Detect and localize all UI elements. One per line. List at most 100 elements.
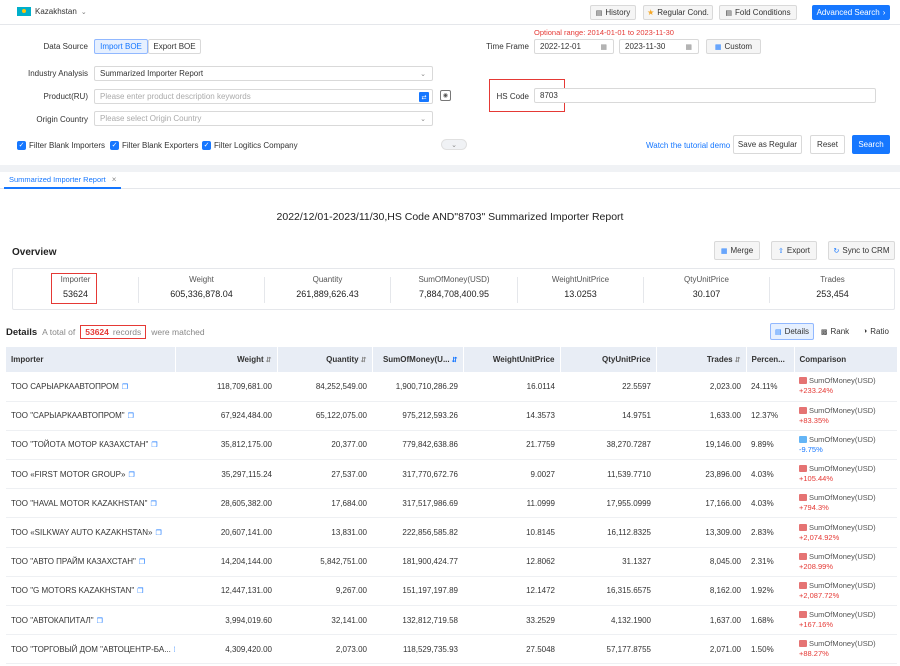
filter-logistics-checkbox[interactable]: ✓ Filter Logitics Company (202, 141, 298, 150)
bar-chart-icon: ▩ (820, 328, 828, 336)
sort-icon[interactable]: ⇵ (361, 357, 367, 364)
rank-view-button[interactable]: ▩ Rank (816, 323, 854, 340)
col-sum-of-money[interactable]: SumOfMoney(U... ⇵ (372, 347, 464, 372)
col-quantity[interactable]: Quantity ⇵ (277, 347, 373, 372)
export-boe-toggle[interactable]: Export BOE (148, 39, 201, 54)
quantity-cell: 84,252,549.00 (277, 372, 372, 402)
table-row[interactable]: ТОО "HAVAL MOTOR KAZAKHSTAN" ❐ 28,605,382.… (6, 488, 897, 519)
history-button[interactable]: ▤ History (590, 5, 636, 20)
comparison-cell[interactable]: SumOfMoney(USD) +167.16% (794, 605, 897, 636)
comparison-cell[interactable]: SumOfMoney(USD) +83.35% (794, 401, 897, 431)
comparison-cell[interactable]: SumOfMoney(USD) +88.27% (794, 634, 897, 665)
search-button[interactable]: Search (852, 135, 890, 154)
sort-icon[interactable]: ⇵ (266, 357, 272, 364)
importer-name-cell[interactable]: ТОО "ТОРГОВЫЙ ДОМ "АВТОЦЕНТР-БА...❐ (6, 634, 175, 665)
checkbox-checked-icon: ✓ (202, 141, 211, 150)
table-row[interactable]: ТОО «SILKWAY AUTO KAZAKHSTAN» ❐ 20,607,141… (6, 517, 897, 548)
advanced-search-button[interactable]: Advanced Search › (812, 5, 890, 20)
table-row[interactable]: ТОО "G MOTORS KAZAKHSTAN" ❐ 12,447,131.00 9… (6, 576, 897, 607)
comparison-value: +208.99% (799, 561, 833, 571)
col-qty-unit-price[interactable]: QtyUnitPrice (560, 347, 657, 372)
table-row[interactable]: ТОО "САРЫАРКААВТОПРОМ" ❐ 67,924,484.00 65,1… (6, 401, 897, 431)
comparison-cell[interactable]: SumOfMoney(USD) +233.24% (794, 372, 897, 402)
importer-name-cell[interactable]: ТОО "G MOTORS KAZAKHSTAN" ❐ (6, 576, 175, 607)
col-percentage[interactable]: Percen... (746, 347, 795, 372)
details-view-button[interactable]: ▤ Details (770, 323, 814, 340)
importer-name-cell[interactable]: ТОО "ТОЙОТА МОТОР КАЗАХСТАН" ❐ (6, 430, 175, 461)
copy-icon[interactable]: ❐ (122, 384, 128, 391)
copy-icon[interactable]: ❐ (139, 559, 145, 566)
table-row[interactable]: ТОО "ТОЙОТА МОТОР КАЗАХСТАН" ❐ 35,812,175.… (6, 430, 897, 461)
copy-icon[interactable]: ❐ (151, 442, 157, 449)
filter-blank-exporters-checkbox[interactable]: ✓ Filter Blank Exporters (110, 141, 198, 150)
copy-icon[interactable]: ❐ (97, 618, 103, 625)
date-from-input[interactable]: 2022-12-01 ▦ (534, 39, 614, 54)
ratio-view-button[interactable]: ◑ Ratio (857, 323, 895, 340)
industry-analysis-select[interactable]: Summarized Importer Report ⌄ (94, 66, 433, 81)
date-to-input[interactable]: 2023-11-30 ▦ (619, 39, 699, 54)
tab-summarized-importer-report[interactable]: Summarized Importer Report × (4, 172, 122, 189)
sum-of-money-cell: 317,517,986.69 (372, 488, 463, 519)
copy-icon[interactable]: ❐ (128, 413, 134, 420)
table-row[interactable]: ТОО "АВТО ПРАЙМ КАЗАХСТАН" ❐ 14,204,144.00… (6, 547, 897, 577)
hs-code-input[interactable]: 8703 (534, 88, 876, 103)
importer-name-cell[interactable]: ТОО "HAVAL MOTOR KAZAKHSTAN" ❐ (6, 488, 175, 519)
comparison-cell[interactable]: SumOfMoney(USD) +105.44% (794, 459, 897, 490)
copy-icon[interactable]: ❐ (174, 647, 175, 654)
save-regular-button[interactable]: Save as Regular (733, 135, 802, 154)
product-input[interactable]: Please enter product description keyword… (94, 89, 433, 104)
sort-icon[interactable]: ⇵ (452, 357, 458, 364)
copy-icon[interactable]: ❐ (137, 588, 143, 595)
stat-trades: Trades 253,454 (816, 275, 849, 299)
copy-icon[interactable]: ❐ (150, 501, 156, 508)
table-row[interactable]: ТОО САРЫАРКААВТОПРОМ ❐ 118,709,681.00 84,25… (6, 372, 897, 402)
col-weight-unit-price[interactable]: WeightUnitPrice (463, 347, 561, 372)
stat-sum-of-money: SumOfMoney(USD) 7,884,708,400.95 (418, 275, 490, 299)
overview-stats-card: Importer 53624 Weight 605,336,878.04 Quant… (12, 268, 895, 310)
comparison-cell[interactable]: SumOfMoney(USD) +2,087.72% (794, 576, 897, 607)
importer-name-cell[interactable]: ТОО САРЫАРКААВТОПРОМ ❐ (6, 372, 175, 402)
importer-name-cell[interactable]: ТОО «SILKWAY AUTO KAZAKHSTAN» ❐ (6, 517, 175, 548)
data-source-label: Data Source (43, 42, 88, 51)
col-weight[interactable]: Weight ⇵ (175, 347, 278, 372)
translate-icon[interactable]: ⇄ (419, 92, 429, 102)
importer-name-cell[interactable]: ТОО "АВТО ПРАЙМ КАЗАХСТАН" ❐ (6, 547, 175, 577)
col-trades[interactable]: Trades ⇵ (656, 347, 747, 372)
trend-chart-icon (799, 406, 807, 414)
tab-bar: Summarized Importer Report × (0, 172, 900, 189)
comparison-value: +2,087.72% (799, 590, 840, 600)
col-importer[interactable]: Importer (6, 347, 176, 372)
copy-icon[interactable]: ❐ (128, 472, 134, 479)
regular-cond-button[interactable]: ★ Regular Cond. (643, 5, 713, 20)
close-icon[interactable]: × (112, 175, 117, 184)
country-selector[interactable]: Kazakhstan ⌄ (17, 7, 87, 16)
comparison-cell[interactable]: SumOfMoney(USD) +794.3% (794, 488, 897, 519)
weight-cell: 3,994,019.60 (175, 605, 277, 636)
importer-name-cell[interactable]: ТОО "САРЫАРКААВТОПРОМ" ❐ (6, 401, 175, 431)
table-row[interactable]: ТОО «FIRST MOTOR GROUP» ❐ 35,297,115.24 27,… (6, 459, 897, 490)
col-comparison: Comparison (794, 347, 898, 372)
sort-icon[interactable]: ⇵ (735, 357, 741, 364)
copy-icon[interactable]: ❐ (155, 530, 161, 537)
collapse-toggle[interactable]: ⌄ (441, 139, 467, 150)
sync-crm-button[interactable]: ↻ Sync to CRM (828, 241, 895, 260)
import-boe-toggle[interactable]: Import BOE (94, 39, 148, 54)
importer-name-cell[interactable]: ТОО «FIRST MOTOR GROUP» ❐ (6, 459, 175, 490)
table-row[interactable]: ТОО "ТОРГОВЫЙ ДОМ "АВТОЦЕНТР-БА...❐4,309… (6, 634, 897, 665)
tutorial-link[interactable]: Watch the tutorial demo (646, 141, 730, 150)
comparison-cell[interactable]: SumOfMoney(USD) -9.75% (794, 430, 897, 461)
comparison-cell[interactable]: SumOfMoney(USD) +208.99% (794, 547, 897, 577)
image-search-icon[interactable]: ◉ (440, 90, 451, 101)
reset-button[interactable]: Reset (810, 135, 845, 154)
merge-button[interactable]: ▦ Merge (714, 241, 760, 260)
percentage-cell: 4.03% (746, 488, 794, 519)
fold-conditions-button[interactable]: ▤ Fold Conditions (719, 5, 797, 20)
custom-button[interactable]: ▦ Custom (706, 39, 761, 54)
export-button[interactable]: ⇧ Export (771, 241, 817, 260)
report-panel: 2022/12/01-2023/11/30,HS Code AND"8703" … (0, 189, 900, 666)
comparison-cell[interactable]: SumOfMoney(USD) +2,074.92% (794, 517, 897, 548)
origin-country-select[interactable]: Please select Origin Country ⌄ (94, 111, 433, 126)
filter-blank-importers-checkbox[interactable]: ✓ Filter Blank Importers (17, 141, 105, 150)
table-row[interactable]: ТОО "АВТОКАПИТАЛ" ❐ 3,994,019.60 32,141.00 1… (6, 605, 897, 636)
importer-name-cell[interactable]: ТОО "АВТОКАПИТАЛ" ❐ (6, 605, 175, 636)
